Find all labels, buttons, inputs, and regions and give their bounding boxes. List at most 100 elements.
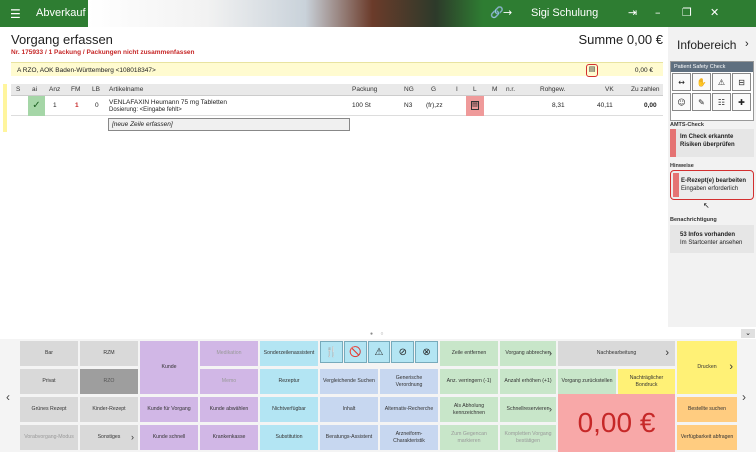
- warning-icon[interactable]: ⚠: [712, 73, 731, 91]
- cell-g: (fr),zz: [426, 102, 443, 109]
- gruenes-rezept-button[interactable]: Grünes Rezept: [20, 397, 78, 422]
- col-i: I: [456, 86, 458, 93]
- cell-l[interactable]: ▤: [466, 96, 484, 116]
- chevron-right-icon[interactable]: ›: [745, 38, 749, 50]
- no-pill-icon[interactable]: ⊘: [391, 341, 415, 363]
- substitution-button[interactable]: Substitution: [260, 425, 318, 450]
- hinweis-text-2: Eingaben erforderlich: [681, 186, 739, 192]
- allergy-icon[interactable]: ✋: [692, 73, 711, 91]
- amts-check-card[interactable]: Im Check erkannte Risiken überprüfen: [670, 129, 754, 157]
- col-lb: LB: [92, 86, 100, 93]
- medikation-button[interactable]: Medikation: [200, 341, 258, 366]
- e-prescription-card[interactable]: E-Rezept(e) bearbeiten Eingaben erforder…: [670, 170, 754, 200]
- zeile-entfernen-button[interactable]: Zeile entfernen: [440, 341, 498, 366]
- col-rohgew: Rohgew.: [540, 86, 566, 93]
- chevron-right-icon: ›: [131, 432, 134, 442]
- bestellte-suchen-button[interactable]: Bestellte suchen: [677, 397, 737, 422]
- mouse-cursor-icon: ↖: [703, 201, 710, 210]
- cell-fm: 1: [75, 102, 79, 109]
- nachbearbeitung-button[interactable]: Nachbearbeitung ›: [558, 341, 675, 366]
- vergleichende-suchen-button[interactable]: Vergleichende Suchen: [320, 369, 378, 394]
- page-indicator[interactable]: ● ○: [370, 331, 386, 337]
- chevron-right-icon: ›: [729, 361, 733, 373]
- cutlery-icon[interactable]: 🍴: [320, 341, 343, 363]
- verfuegbarkeit-button[interactable]: Verfügbarkeit abfragen: [677, 425, 737, 450]
- col-m: M: [492, 86, 498, 93]
- no-injection-icon[interactable]: ⊗: [415, 341, 438, 363]
- link-icon[interactable]: 🔗: [490, 6, 504, 19]
- amts-label: AMTS-Check: [670, 122, 704, 128]
- transaction-info: Nr. 175933 / 1 Packung / Packungen nicht…: [11, 49, 195, 56]
- interaction-arrows-icon[interactable]: ↔: [672, 73, 691, 91]
- drucken-button[interactable]: Drucken ›: [677, 341, 737, 394]
- medical-bag-icon[interactable]: ✚: [732, 93, 751, 111]
- kunde-schnell-button[interactable]: Kunde schnell: [140, 425, 198, 450]
- als-abholung-button[interactable]: Als Abholung kennzeichnen: [440, 397, 498, 422]
- sonstiges-button[interactable]: Sonstiges ›: [80, 425, 138, 450]
- chevron-right-icon[interactable]: ›: [742, 390, 746, 404]
- close-icon[interactable]: ✕: [710, 6, 719, 19]
- anz-verringern-button[interactable]: Anz. verringern (-1): [440, 369, 498, 394]
- group-icon[interactable]: ☺: [672, 93, 691, 111]
- nachtraeglicher-bondruck-button[interactable]: Nachträglicher Bondruck: [618, 369, 675, 394]
- grid-header: S ai Anz FM LB Artikelname Packung NG G …: [11, 84, 663, 96]
- beratungs-assistent-button[interactable]: Beratungs-Assistent: [320, 425, 378, 450]
- chevron-right-icon: ›: [549, 348, 552, 358]
- customer-row[interactable]: A RZO, AOK Baden-Württemberg <108018347>…: [11, 62, 663, 77]
- kinder-rezept-button[interactable]: Kinder-Rezept: [80, 397, 138, 422]
- arzneiform-button[interactable]: Arzneiform-Charakteristik: [380, 425, 438, 450]
- restore-icon[interactable]: ❐: [682, 6, 692, 19]
- new-row-input[interactable]: [neue Zeile erfassen]: [108, 118, 350, 131]
- rezeptur-button[interactable]: Rezeptur: [260, 369, 318, 394]
- row-marker: [3, 84, 7, 132]
- sonderzeilen-button[interactable]: Sonderzeilenassistent: [260, 341, 318, 366]
- total-sum: Summe 0,00 €: [578, 32, 663, 47]
- privat-button[interactable]: Privat: [20, 369, 78, 394]
- no-alcohol-icon[interactable]: 🚫: [343, 341, 367, 363]
- logout-icon[interactable]: ⇥: [628, 6, 637, 19]
- kunde-button[interactable]: Kunde: [140, 341, 198, 394]
- minimize-icon[interactable]: –: [655, 6, 661, 19]
- anzahl-erhoehen-button[interactable]: Anzahl erhöhen (+1): [500, 369, 556, 394]
- rzo-button[interactable]: RZO: [80, 369, 138, 394]
- e-prescription-icon[interactable]: ▤: [586, 64, 598, 77]
- hamburger-icon[interactable]: ☰: [10, 7, 21, 21]
- chevron-right-icon: ›: [665, 347, 669, 359]
- cell-zu-zahlen: 0,00: [644, 102, 657, 109]
- inhalt-button[interactable]: Inhalt: [320, 397, 378, 422]
- col-ng: NG: [404, 86, 414, 93]
- nichtverfuegbar-button[interactable]: Nichtverfügbar: [260, 397, 318, 422]
- header-banner-image: [88, 0, 483, 27]
- warning-triangle-icon[interactable]: ⚠: [367, 341, 391, 363]
- chevron-left-icon[interactable]: ‹: [6, 390, 10, 404]
- kunde-abwaehlen-button[interactable]: Kunde abwählen: [200, 397, 258, 422]
- rzm-button[interactable]: RZM: [80, 341, 138, 366]
- notification-card[interactable]: 53 Infos vorhanden Im Startcenter ansehe…: [670, 225, 754, 253]
- sonstiges-label: Sonstiges: [97, 434, 121, 440]
- syringe-icon[interactable]: ✎: [692, 93, 711, 111]
- vorab-modus-button[interactable]: Vorabvorgang-Modus: [20, 425, 78, 450]
- kompletten-vorgang-button[interactable]: Kompletten Vorgang bestätigen: [500, 425, 556, 450]
- bar-button[interactable]: Bar: [20, 341, 78, 366]
- schnellreservieren-label: Schnellreservieren: [506, 406, 550, 412]
- zum-gegencan-button[interactable]: Zum Gegencan markieren: [440, 425, 498, 450]
- kunde-fuer-vorgang-button[interactable]: Kunde für Vorgang: [140, 397, 198, 422]
- vorgang-abbrechen-button[interactable]: Vorgang abbrechen ›: [500, 341, 556, 366]
- schnellreservieren-button[interactable]: Schnellreservieren ›: [500, 397, 556, 422]
- cell-packung: 100 St: [352, 102, 371, 109]
- user-name[interactable]: Sigi Schulung: [531, 7, 598, 19]
- chevron-right-icon: ›: [549, 404, 552, 414]
- col-l: L: [473, 86, 477, 93]
- memo-button[interactable]: Memo: [200, 369, 258, 394]
- chevron-down-icon[interactable]: ⌄: [741, 329, 755, 338]
- krankenkasse-button[interactable]: Krankenkasse: [200, 425, 258, 450]
- table-row[interactable]: ✓ 1 1 0 VENLAFAXIN Heumann 75 mg Tablett…: [11, 96, 663, 116]
- alternativ-recherche-button[interactable]: Alternativ-Recherche: [380, 397, 438, 422]
- col-artikelname: Artikelname: [109, 86, 144, 93]
- pills-icon[interactable]: ☷: [712, 93, 731, 111]
- arrow-right-icon[interactable]: →: [503, 6, 512, 19]
- dosage-icon[interactable]: ⊟: [732, 73, 751, 91]
- vorgang-zurueckstellen-button[interactable]: Vorgang zurückstellen: [558, 369, 616, 394]
- amts-text-2: Risiken überprüfen: [680, 142, 735, 148]
- generische-verordnung-button[interactable]: Generische Verordnung: [380, 369, 438, 394]
